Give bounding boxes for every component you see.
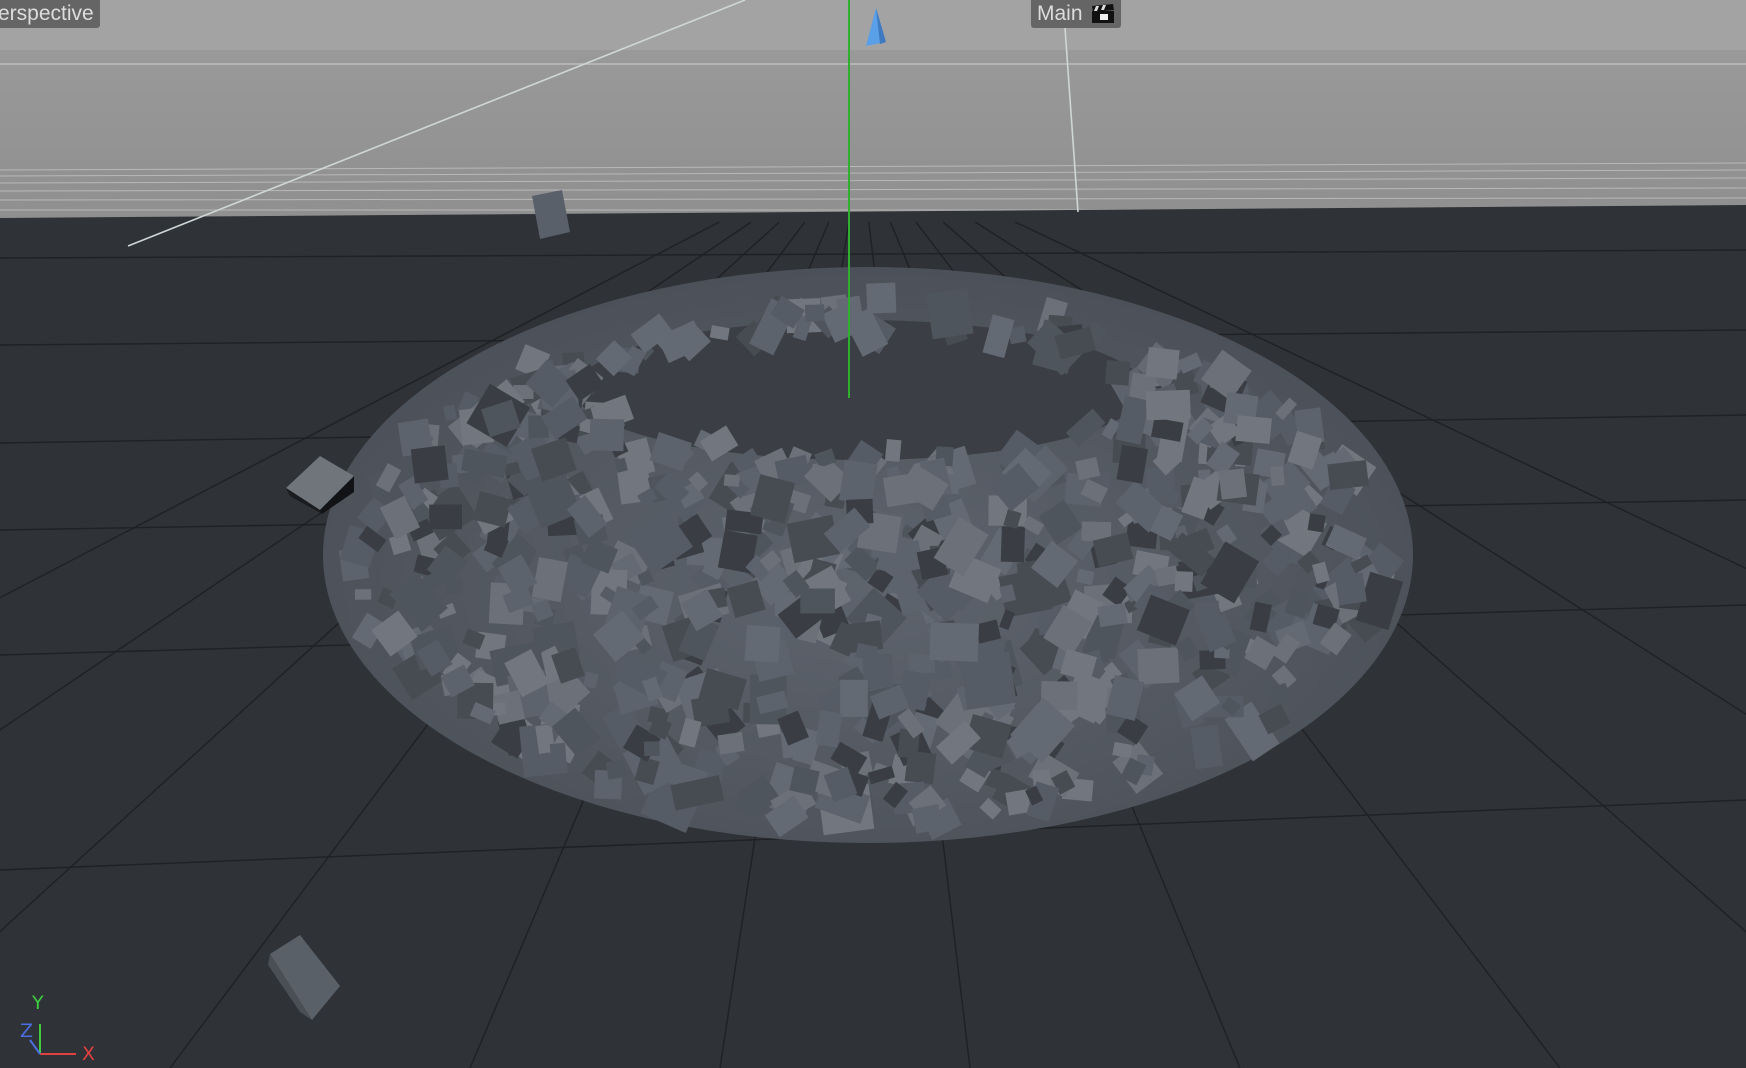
torus-fragment	[643, 741, 660, 757]
camera-selector[interactable]: Main	[1031, 0, 1121, 28]
torus-fragment	[800, 588, 835, 614]
torus-fragment	[589, 418, 625, 452]
fractured-torus-object[interactable]	[323, 267, 1413, 843]
torus-fragment	[884, 439, 902, 462]
axis-y-label: Y	[32, 992, 44, 1014]
axis-x-label: X	[82, 1043, 96, 1065]
axis-z-label: Z	[20, 1020, 34, 1042]
torus-fragment	[1307, 513, 1326, 533]
torus-fragment	[804, 304, 825, 322]
torus-fragment	[840, 679, 868, 717]
torus-fragment	[926, 288, 974, 340]
torus-fragment	[717, 731, 745, 755]
torus-fragment	[1218, 468, 1247, 500]
scene-canvas[interactable]	[0, 0, 1746, 1068]
torus-fragment	[1174, 571, 1194, 592]
torus-fragment	[1235, 415, 1272, 444]
torus-fragment	[1270, 466, 1285, 486]
torus-fragment	[549, 742, 567, 767]
torus-fragment	[605, 759, 627, 780]
torus-fragment	[723, 474, 740, 487]
torus-fragment	[1145, 389, 1191, 421]
torus-fragment	[744, 624, 781, 663]
torus-fragment	[1327, 460, 1369, 491]
torus-fragment	[429, 504, 463, 530]
torus-fragment	[1105, 360, 1131, 386]
camera-name: Main	[1037, 2, 1083, 25]
torus-fragment	[838, 459, 878, 505]
torus-fragment	[1334, 572, 1367, 606]
torus-fragment	[537, 568, 558, 586]
clapperboard-icon[interactable]	[1091, 4, 1115, 24]
torus-fragment	[866, 282, 897, 314]
view-name-label[interactable]: erspective	[0, 0, 100, 28]
torus-fragment	[911, 803, 944, 834]
torus-fragment	[1145, 346, 1180, 380]
torus-fragment	[1190, 724, 1223, 770]
torus-fragment	[354, 589, 372, 600]
torus-fragment	[1137, 647, 1180, 685]
torus-fragment	[410, 445, 449, 484]
torus-fragment	[1097, 602, 1128, 628]
3d-viewport[interactable]: erspective Main Y Z X	[0, 0, 1746, 1068]
torus-fragment	[929, 622, 980, 662]
torus-fragment	[1000, 526, 1026, 563]
